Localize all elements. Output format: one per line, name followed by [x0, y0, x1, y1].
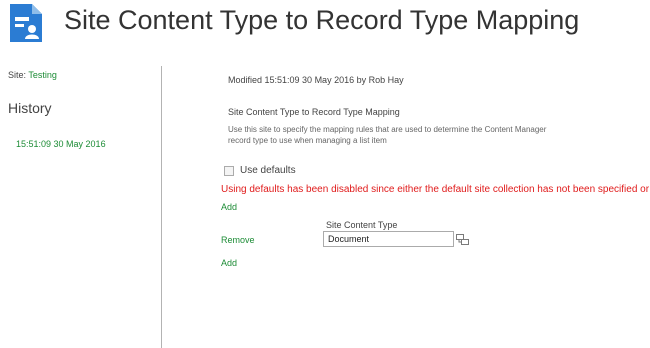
sidebar-divider	[161, 66, 162, 348]
remove-mapping-link[interactable]: Remove	[221, 235, 255, 245]
error-message: Using defaults has been disabled since e…	[221, 184, 650, 195]
content-type-input[interactable]: Document	[323, 231, 454, 247]
history-heading: History	[8, 100, 52, 116]
use-defaults-label: Use defaults	[240, 165, 296, 176]
record-mapping-icon	[10, 4, 42, 42]
site-breadcrumb: Site: Testing	[8, 70, 57, 80]
section-description: Use this site to specify the mapping rul…	[228, 125, 547, 145]
use-defaults-checkbox[interactable]	[224, 166, 234, 176]
browse-lookup-icon[interactable]	[456, 234, 469, 245]
add-mapping-link-bottom[interactable]: Add	[221, 258, 237, 268]
modified-info: Modified 15:51:09 30 May 2016 by Rob Hay	[228, 75, 404, 85]
section-title: Site Content Type to Record Type Mapping	[228, 107, 400, 117]
content-type-column-label: Site Content Type	[326, 220, 398, 230]
page-title: Site Content Type to Record Type Mapping	[64, 5, 580, 35]
site-link[interactable]: Testing	[28, 70, 57, 80]
add-mapping-link[interactable]: Add	[221, 202, 237, 212]
history-item-link[interactable]: 15:51:09 30 May 2016	[16, 139, 106, 149]
site-label: Site:	[8, 70, 27, 80]
